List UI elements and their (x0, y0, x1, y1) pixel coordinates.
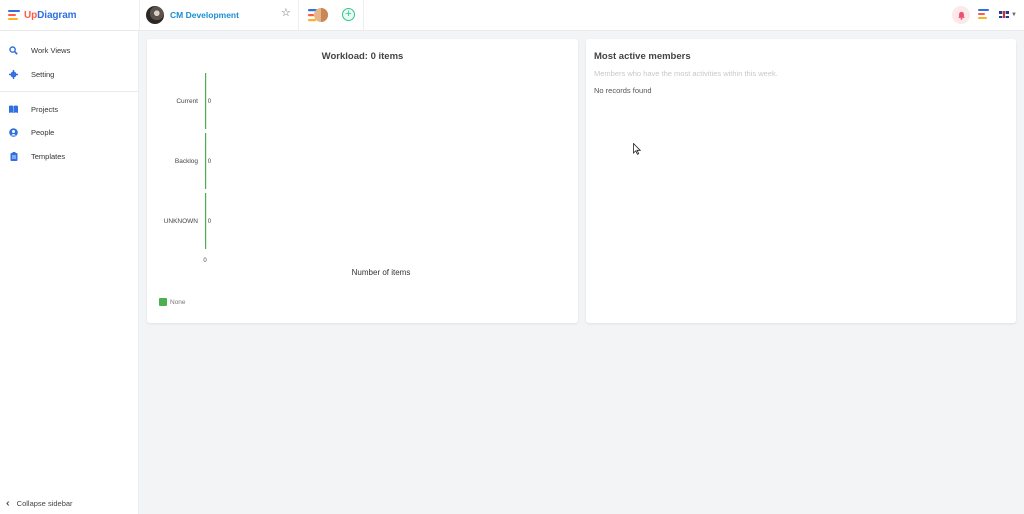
sidebar-item-setting[interactable]: Setting (0, 64, 139, 84)
data-label: 0 (208, 159, 212, 165)
book-icon (9, 105, 18, 114)
sidebar-item-label: Work Views (31, 45, 71, 55)
sidebar-item-people[interactable]: People (0, 122, 139, 142)
chart-bar (205, 193, 207, 249)
legend-label: None (170, 298, 186, 306)
uk-flag-icon (999, 11, 1009, 18)
chart-bar (205, 73, 207, 129)
header-divider (298, 0, 299, 31)
header-divider (363, 0, 364, 31)
app-logo[interactable]: UpDiagram (8, 7, 77, 23)
sidebar-item-projects[interactable]: Projects (0, 99, 139, 119)
double-chevron-left-icon: ‹‹ (6, 498, 9, 509)
workload-chart: Current 0 Backlog 0 UNKNOWN 0 0 Number of items (164, 73, 411, 277)
language-selector[interactable]: ▼ (999, 11, 1017, 18)
project-switcher[interactable]: CM Development (146, 5, 239, 25)
workload-card: Workload: 0 items Current 0 Backlog 0 UNKNOW… (147, 39, 578, 323)
sidebar: Work Views Setting Projects People Templ… (0, 31, 139, 514)
collapse-sidebar-label: Collapse sidebar (16, 499, 73, 508)
members-empty-state: No records found (594, 86, 652, 95)
top-bar: UpDiagram CM Development ☆ + ▼ (0, 0, 1024, 31)
add-member-button[interactable]: + (342, 8, 355, 21)
notifications-button[interactable] (952, 6, 970, 24)
sidebar-item-label: Projects (31, 104, 59, 114)
logo-text: UpDiagram (24, 9, 77, 21)
gear-icon (9, 69, 18, 79)
sidebar-item-label: People (31, 127, 55, 137)
legend-swatch (159, 298, 167, 306)
data-label: 0 (208, 99, 212, 105)
bell-icon (957, 11, 965, 20)
members-title: Most active members (594, 51, 691, 62)
star-icon[interactable]: ☆ (281, 8, 292, 19)
category-label: Backlog (175, 158, 199, 165)
header-divider (139, 0, 140, 31)
sidebar-item-label: Templates (31, 151, 66, 161)
category-label: UNKNOWN (164, 218, 199, 225)
sidebar-item-label: Setting (31, 69, 55, 79)
search-icon (9, 45, 18, 55)
mouse-cursor-icon (633, 143, 641, 155)
project-name[interactable]: CM Development (170, 10, 239, 20)
sidebar-divider (0, 91, 139, 92)
x-tick-label: 0 (203, 258, 207, 264)
chart-bar (205, 133, 207, 189)
sidebar-item-templates[interactable]: Templates (0, 146, 139, 166)
members-subtitle: Members who have the most activities wit… (594, 69, 778, 78)
chevron-down-icon: ▼ (1011, 11, 1017, 18)
apps-icon[interactable] (978, 8, 990, 21)
most-active-members-card: Most active members Members who have the… (586, 39, 1016, 323)
member-avatar-icon[interactable] (308, 6, 328, 24)
x-axis-label: Number of items (352, 268, 411, 277)
clipboard-icon (9, 151, 18, 161)
chart-legend[interactable]: None (159, 298, 186, 306)
category-label: Current (176, 98, 198, 105)
person-icon (9, 127, 18, 137)
project-avatar (146, 6, 164, 24)
collapse-sidebar-button[interactable]: ‹‹ Collapse sidebar (6, 498, 73, 509)
data-label: 0 (208, 219, 212, 225)
logo-icon (8, 9, 21, 22)
sidebar-item-work-views[interactable]: Work Views (0, 40, 139, 60)
